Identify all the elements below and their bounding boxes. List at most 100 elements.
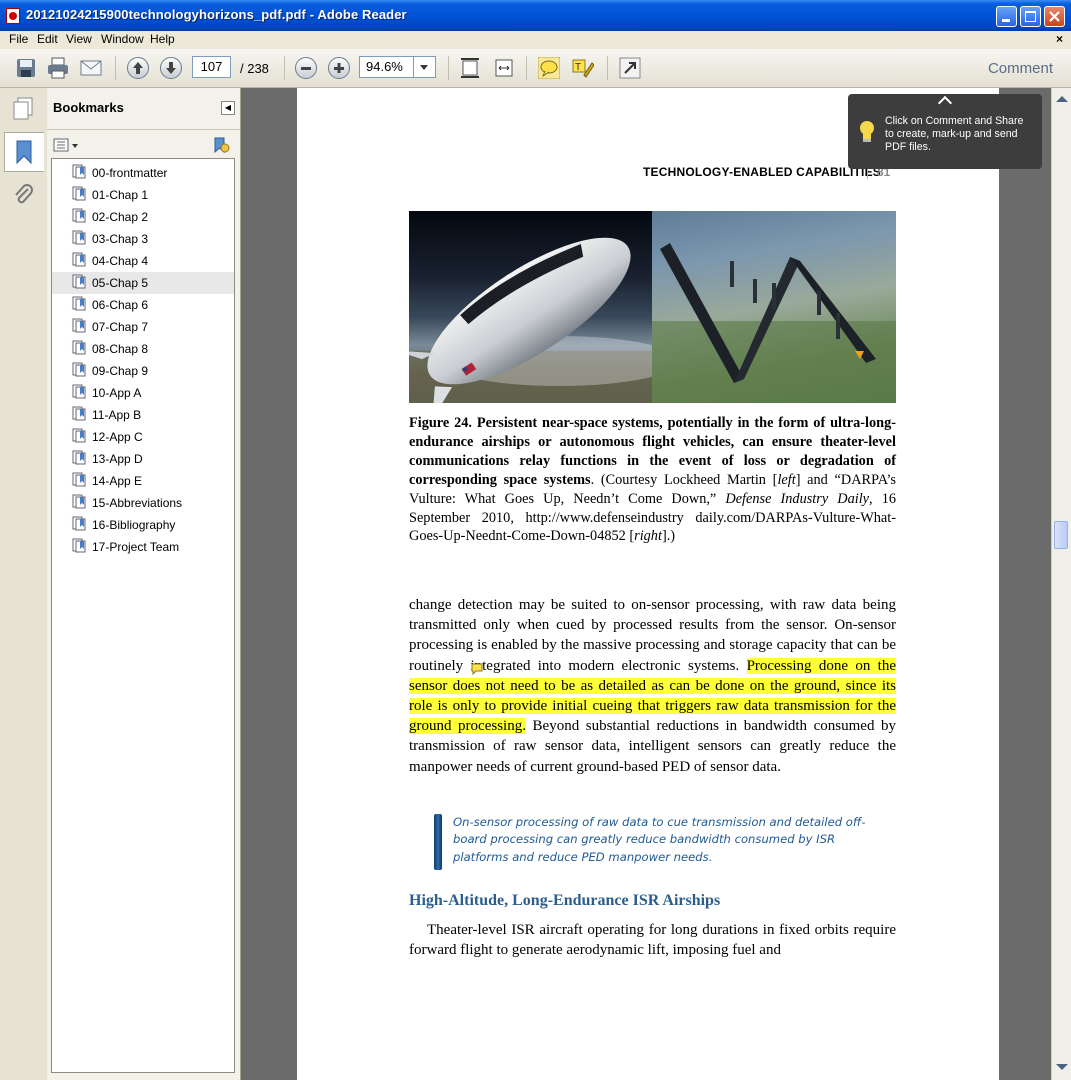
- bookmark-label: 03-Chap 3: [92, 232, 149, 246]
- bookmark-label: 07-Chap 7: [92, 320, 149, 334]
- menu-help[interactable]: Help: [150, 32, 175, 46]
- bookmark-item[interactable]: 15-Abbreviations: [52, 492, 234, 514]
- next-page-button[interactable]: [160, 57, 182, 79]
- bookmarks-tab[interactable]: [4, 132, 44, 172]
- lightbulb-icon: [860, 121, 874, 142]
- pdf-page: TECHNOLOGY-ENABLED CAPABILITIES 81 Figur…: [297, 88, 999, 1080]
- menu-edit[interactable]: Edit: [37, 32, 58, 46]
- bookmark-page-icon: [72, 208, 86, 223]
- menu-bar: File Edit View Window Help ×: [0, 31, 1071, 48]
- bookmark-page-icon: [72, 318, 86, 333]
- bookmark-item[interactable]: 12-App C: [52, 426, 234, 448]
- bookmark-label: 16-Bibliography: [92, 518, 176, 532]
- vertical-scrollbar[interactable]: [1051, 88, 1071, 1080]
- bookmark-page-icon: [72, 428, 86, 443]
- callout-text: On-sensor processing of raw data to cue …: [453, 815, 866, 864]
- menu-window[interactable]: Window: [101, 32, 144, 46]
- bookmark-item[interactable]: 03-Chap 3: [52, 228, 234, 250]
- svg-text:T: T: [575, 62, 581, 73]
- bookmark-options-icon[interactable]: [53, 138, 81, 152]
- bookmark-item[interactable]: 00-frontmatter: [52, 162, 234, 184]
- zoom-dropdown-button[interactable]: [414, 56, 436, 78]
- highlight-note-icon[interactable]: [471, 663, 483, 675]
- toolbar-separator: [526, 56, 527, 80]
- bookmark-label: 10-App A: [92, 386, 142, 400]
- bookmark-item[interactable]: 08-Chap 8: [52, 338, 234, 360]
- toolbar-separator: [448, 56, 449, 80]
- print-icon[interactable]: [47, 57, 69, 79]
- bookmark-label: 08-Chap 8: [92, 342, 149, 356]
- bookmark-label: 06-Chap 6: [92, 298, 149, 312]
- zoom-out-button[interactable]: [295, 57, 317, 79]
- collapse-panel-button[interactable]: ◀: [221, 101, 235, 115]
- bookmark-label: 05-Chap 5: [92, 276, 149, 290]
- bookmark-item[interactable]: 06-Chap 6: [52, 294, 234, 316]
- bookmarks-title: Bookmarks: [53, 100, 124, 115]
- bookmark-label: 00-frontmatter: [92, 166, 168, 180]
- close-window-button[interactable]: [1044, 6, 1065, 27]
- scroll-up-icon[interactable]: [1056, 96, 1068, 102]
- maximize-button[interactable]: [1020, 6, 1041, 27]
- fit-width-icon[interactable]: [493, 57, 515, 79]
- zoom-in-button[interactable]: [328, 57, 350, 79]
- navigation-pane-strip: [0, 88, 48, 1080]
- bookmark-item[interactable]: 02-Chap 2: [52, 206, 234, 228]
- menu-view[interactable]: View: [66, 32, 92, 46]
- email-icon[interactable]: [80, 57, 102, 79]
- body-paragraph: Theater-level ISR aircraft operating for…: [409, 922, 896, 959]
- bookmark-page-icon: [72, 406, 86, 421]
- toolbar-separator: [284, 56, 285, 80]
- body-paragraph: change detection may be suited to on-sen…: [409, 595, 896, 777]
- fit-page-icon[interactable]: [459, 57, 481, 79]
- sticky-note-icon[interactable]: [538, 57, 560, 79]
- bookmark-item[interactable]: 05-Chap 5: [52, 272, 234, 294]
- bookmarks-panel: Bookmarks ◀ 00-frontmatter 01-Chap 1 02-Ch…: [47, 88, 241, 1080]
- zoom-level-input[interactable]: 94.6%: [359, 56, 414, 78]
- figure-vulture-image: [652, 211, 896, 403]
- toolbar-separator: [607, 56, 608, 80]
- bookmark-item[interactable]: 07-Chap 7: [52, 316, 234, 338]
- bookmark-label: 15-Abbreviations: [92, 496, 183, 510]
- comment-tooltip[interactable]: Click on Comment and Share to create, ma…: [848, 94, 1042, 169]
- minimize-button[interactable]: [996, 6, 1017, 27]
- document-view[interactable]: TECHNOLOGY-ENABLED CAPABILITIES 81 Figur…: [241, 88, 1051, 1080]
- expand-icon[interactable]: [619, 57, 641, 79]
- bookmark-page-icon: [72, 362, 86, 377]
- bookmark-item[interactable]: 14-App E: [52, 470, 234, 492]
- attachments-icon[interactable]: [10, 182, 36, 208]
- bookmark-item[interactable]: 13-App D: [52, 448, 234, 470]
- close-icon: [1049, 11, 1060, 22]
- save-icon[interactable]: [15, 57, 37, 79]
- figure-caption: Figure 24. Persistent near-space systems…: [409, 414, 896, 546]
- bookmark-item[interactable]: 09-Chap 9: [52, 360, 234, 382]
- bookmark-page-icon: [72, 472, 86, 487]
- bookmark-label: 13-App D: [92, 452, 143, 466]
- bookmark-item[interactable]: 04-Chap 4: [52, 250, 234, 272]
- bookmark-page-icon: [72, 230, 86, 245]
- bookmark-item[interactable]: 17-Project Team: [52, 536, 234, 558]
- highlight-text-icon[interactable]: T: [572, 57, 594, 79]
- bookmark-item[interactable]: 01-Chap 1: [52, 184, 234, 206]
- bookmark-page-icon: [72, 296, 86, 311]
- bookmark-item[interactable]: 16-Bibliography: [52, 514, 234, 536]
- bookmark-page-icon: [72, 384, 86, 399]
- collapse-tooltip-icon[interactable]: [937, 95, 953, 111]
- bookmark-page-icon: [72, 164, 86, 179]
- previous-page-button[interactable]: [127, 57, 149, 79]
- caption-right-label: right: [634, 528, 662, 545]
- page-thumbnails-icon[interactable]: [10, 96, 36, 122]
- bookmark-item[interactable]: 11-App B: [52, 404, 234, 426]
- menu-file[interactable]: File: [9, 32, 28, 46]
- scrollbar-thumb[interactable]: [1054, 521, 1068, 549]
- bookmark-page-icon: [72, 252, 86, 267]
- close-document-icon[interactable]: ×: [1056, 32, 1063, 46]
- scroll-down-icon[interactable]: [1056, 1064, 1068, 1070]
- page-number-input[interactable]: 107: [192, 56, 231, 78]
- bookmark-label: 01-Chap 1: [92, 188, 149, 202]
- new-bookmark-icon[interactable]: [212, 136, 230, 154]
- chevron-down-icon: [420, 65, 428, 70]
- figure-airship-image: [409, 211, 652, 403]
- bookmark-item[interactable]: 10-App A: [52, 382, 234, 404]
- comment-link[interactable]: Comment: [988, 60, 1053, 77]
- bookmark-label: 11-App B: [92, 408, 142, 422]
